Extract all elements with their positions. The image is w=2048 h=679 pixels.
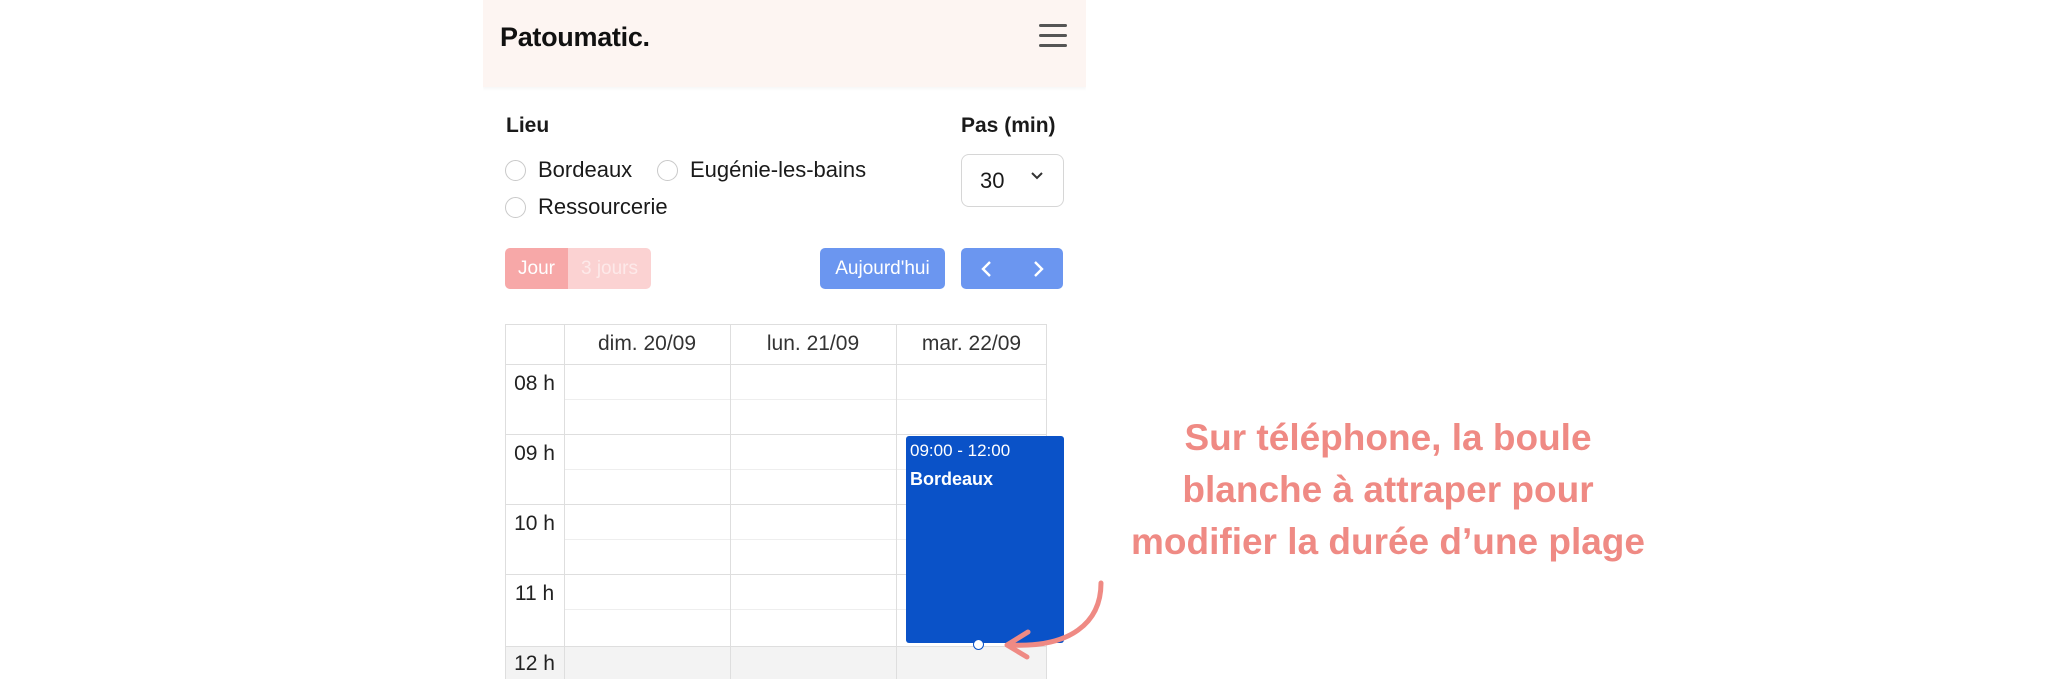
hamburger-icon[interactable] bbox=[1039, 24, 1067, 48]
resize-handle[interactable] bbox=[973, 639, 984, 650]
pas-select[interactable]: 30 bbox=[961, 154, 1064, 207]
radio-circle-icon[interactable] bbox=[505, 159, 526, 181]
pas-label: Pas (min) bbox=[961, 114, 1056, 137]
hour-label: 08 h bbox=[514, 372, 555, 395]
past-hours-shade bbox=[505, 646, 1047, 679]
event-time: 09:00 - 12:00 bbox=[910, 441, 1011, 460]
grid-line bbox=[564, 324, 565, 679]
event-place: Bordeaux bbox=[910, 469, 994, 489]
radio-label: Bordeaux bbox=[538, 157, 633, 182]
annotation-line: modifier la durée d’une plage bbox=[1131, 521, 1645, 562]
radio-circle-icon[interactable] bbox=[657, 159, 678, 181]
radio-label: Ressourcerie bbox=[538, 194, 668, 219]
radio-label: Eugénie-les-bains bbox=[690, 157, 867, 182]
hour-label: 10 h bbox=[514, 512, 555, 535]
grid-line bbox=[505, 434, 1047, 435]
calendar-grid: dim. 20/09 lun. 21/09 mar. 22/09 08 h 09… bbox=[505, 324, 1064, 679]
annotation-line: Sur téléphone, la boule bbox=[1184, 417, 1592, 458]
radio-bordeaux[interactable]: Bordeaux bbox=[505, 157, 632, 183]
annotation-line: blanche à attraper pour bbox=[1182, 469, 1594, 510]
grid-line bbox=[896, 324, 897, 679]
top-bar: Patoumatic. bbox=[483, 0, 1086, 87]
radio-eugenie-les-bains[interactable]: Eugénie-les-bains bbox=[657, 157, 866, 183]
view-toggle: Jour 3 jours bbox=[505, 248, 651, 289]
day-header[interactable]: lun. 21/09 bbox=[730, 324, 896, 364]
grid-line bbox=[564, 399, 1047, 400]
lieu-label: Lieu bbox=[506, 114, 550, 137]
hour-label: 11 h bbox=[514, 582, 555, 605]
view-3days-button[interactable]: 3 jours bbox=[568, 248, 651, 289]
grid-line bbox=[505, 364, 1047, 365]
hour-label: 09 h bbox=[514, 442, 555, 465]
day-header[interactable]: dim. 20/09 bbox=[564, 324, 730, 364]
grid-line bbox=[505, 646, 1047, 647]
pas-value: 30 bbox=[980, 167, 1005, 193]
view-day-button[interactable]: Jour bbox=[505, 248, 568, 289]
curved-arrow-icon bbox=[1004, 580, 1104, 660]
today-button[interactable]: Aujourd'hui bbox=[820, 248, 945, 289]
chevron-left-icon[interactable] bbox=[961, 248, 1012, 289]
day-header[interactable]: mar. 22/09 bbox=[896, 324, 1047, 364]
radio-ressourcerie[interactable]: Ressourcerie bbox=[505, 194, 668, 220]
brand-logo[interactable]: Patoumatic. bbox=[500, 22, 650, 53]
chevron-down-icon bbox=[1029, 168, 1045, 189]
annotation-text: Sur téléphone, la boule blanche à attrap… bbox=[1090, 412, 1686, 568]
hour-label: 12 h bbox=[514, 652, 555, 675]
radio-circle-icon[interactable] bbox=[505, 196, 526, 218]
chevron-right-icon[interactable] bbox=[1012, 248, 1063, 289]
grid-line bbox=[730, 324, 731, 679]
